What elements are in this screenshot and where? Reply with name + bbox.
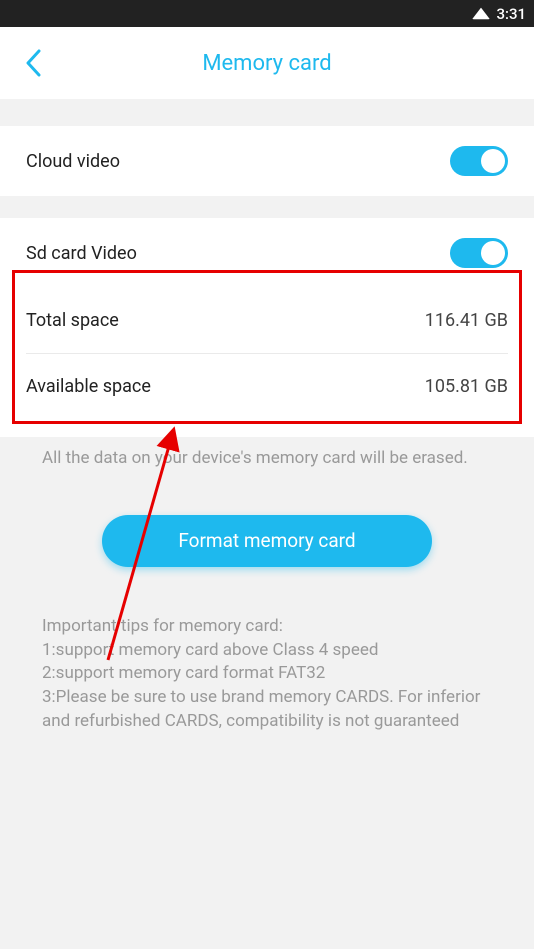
total-space-label: Total space <box>26 310 119 331</box>
tips-block: Important tips for memory card: 1:suppor… <box>0 567 534 734</box>
tips-line-2: 2:support memory card format FAT32 <box>42 662 492 686</box>
padding <box>0 419 534 437</box>
format-memory-card-button[interactable]: Format memory card <box>102 515 432 567</box>
spacer <box>0 437 534 447</box>
back-button[interactable] <box>18 48 48 78</box>
available-space-value: 105.81 GB <box>425 376 508 397</box>
header: Memory card <box>0 27 534 100</box>
available-space-row: Available space 105.81 GB <box>0 354 534 419</box>
sd-card-video-label: Sd card Video <box>26 243 137 264</box>
wifi-icon <box>472 8 490 20</box>
space-block: Total space 116.41 GB Available space 10… <box>0 288 534 437</box>
status-bar: 3:31 <box>0 0 534 27</box>
cloud-video-toggle[interactable] <box>450 146 508 176</box>
cloud-video-row: Cloud video <box>0 126 534 196</box>
total-space-value: 116.41 GB <box>425 310 508 331</box>
sd-card-video-toggle[interactable] <box>450 238 508 268</box>
erase-note: All the data on your device's memory car… <box>0 447 534 471</box>
tips-title: Important tips for memory card: <box>42 615 492 639</box>
page-title: Memory card <box>202 51 331 76</box>
chevron-left-icon <box>25 49 41 77</box>
sd-card-video-row: Sd card Video <box>0 218 534 288</box>
spacer <box>0 100 534 126</box>
cloud-video-label: Cloud video <box>26 151 120 172</box>
status-time: 3:31 <box>496 5 526 23</box>
spacer <box>0 196 534 218</box>
tips-line-1: 1:support memory card above Class 4 spee… <box>42 639 492 663</box>
available-space-label: Available space <box>26 376 151 397</box>
tips-line-3: 3:Please be sure to use brand memory CAR… <box>42 686 492 734</box>
total-space-row: Total space 116.41 GB <box>0 288 534 353</box>
